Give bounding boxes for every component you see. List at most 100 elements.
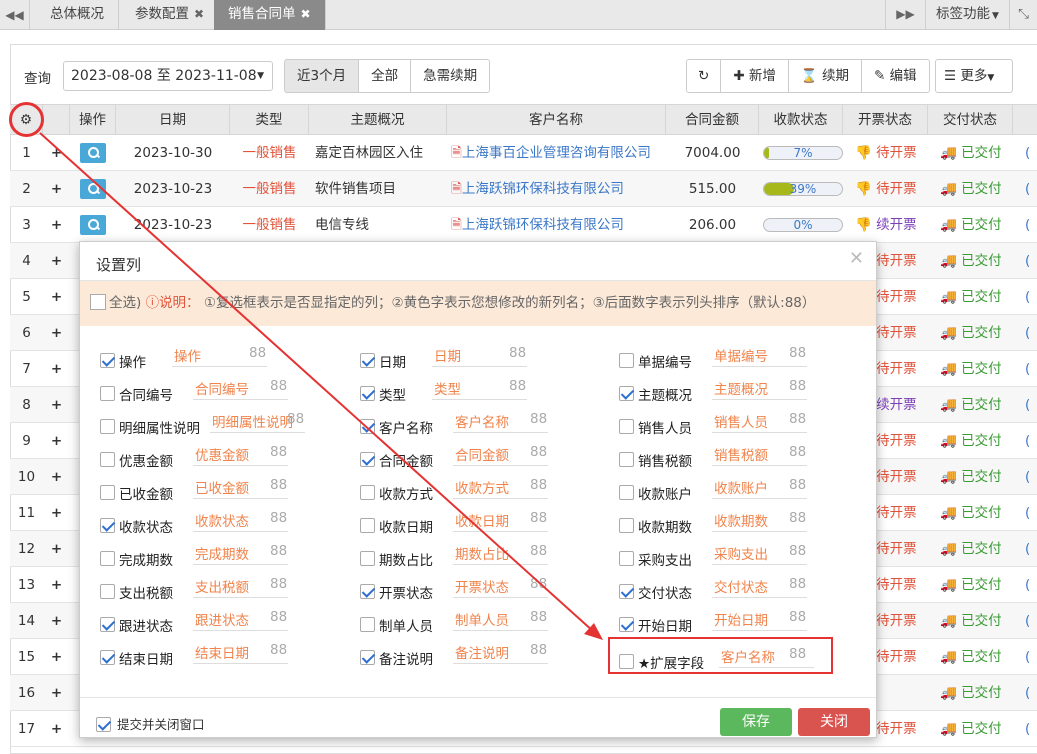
- column-checkbox[interactable]: [100, 617, 115, 632]
- expand-icon[interactable]: +: [43, 531, 70, 567]
- header-cell[interactable]: 日期: [116, 105, 230, 135]
- close-icon[interactable]: ✖: [194, 7, 204, 21]
- column-order-input[interactable]: 88: [530, 411, 547, 427]
- expand-icon[interactable]: +: [43, 459, 70, 495]
- column-checkbox[interactable]: [100, 452, 115, 467]
- renew-button[interactable]: ⌛ 续期: [787, 59, 863, 93]
- header-cell[interactable]: 交付状态: [928, 105, 1013, 135]
- column-order-input[interactable]: 88: [789, 378, 806, 394]
- column-checkbox[interactable]: [360, 584, 375, 599]
- expand-icon[interactable]: +: [43, 207, 70, 243]
- date-range-input[interactable]: 2023-08-08 至 2023-11-08 ▼: [63, 61, 273, 91]
- header-cell[interactable]: 操作: [70, 105, 116, 135]
- header-cell[interactable]: 合同金额: [666, 105, 759, 135]
- column-order-input[interactable]: 88: [530, 543, 547, 559]
- column-checkbox[interactable]: [360, 386, 375, 401]
- column-checkbox[interactable]: [619, 452, 634, 467]
- column-checkbox[interactable]: [360, 485, 375, 500]
- column-order-input[interactable]: 88: [530, 444, 547, 460]
- column-order-input[interactable]: 88: [789, 576, 806, 592]
- column-order-input[interactable]: 88: [270, 378, 287, 394]
- expand-icon[interactable]: +: [43, 675, 70, 711]
- column-order-input[interactable]: 88: [287, 411, 304, 427]
- column-checkbox[interactable]: [360, 353, 375, 368]
- column-order-input[interactable]: 88: [270, 444, 287, 460]
- column-checkbox[interactable]: [619, 485, 634, 500]
- column-checkbox[interactable]: [360, 551, 375, 566]
- column-order-input[interactable]: 88: [789, 609, 806, 625]
- column-checkbox[interactable]: [100, 419, 115, 434]
- fullscreen-icon[interactable]: ⤡: [1009, 0, 1037, 30]
- expand-icon[interactable]: +: [43, 279, 70, 315]
- close-icon[interactable]: ✕: [849, 248, 864, 269]
- search-icon[interactable]: [80, 215, 106, 235]
- column-checkbox[interactable]: [619, 617, 634, 632]
- column-order-input[interactable]: 88: [789, 543, 806, 559]
- expand-icon[interactable]: +: [43, 603, 70, 639]
- tab-sales-contract[interactable]: 销售合同单 ✖: [214, 0, 326, 30]
- column-checkbox[interactable]: [100, 485, 115, 500]
- expand-icon[interactable]: +: [43, 567, 70, 603]
- column-checkbox[interactable]: [100, 584, 115, 599]
- select-all-checkbox[interactable]: [90, 294, 106, 310]
- header-cell[interactable]: 客户名称: [447, 105, 666, 135]
- column-checkbox[interactable]: [100, 518, 115, 533]
- expand-icon[interactable]: +: [43, 711, 70, 747]
- column-order-input[interactable]: 88: [509, 378, 526, 394]
- column-order-input[interactable]: 88: [530, 477, 547, 493]
- column-checkbox[interactable]: [619, 353, 634, 368]
- table-row[interactable]: 3 +2023-10-23 一般销售 电信专线 🗎上海跃锦环保科技有限公司 206.00 0…: [10, 207, 1037, 243]
- add-button[interactable]: ✚ 新增: [720, 59, 789, 93]
- expand-icon[interactable]: +: [43, 387, 70, 423]
- table-row[interactable]: 1 +2023-10-30 一般销售 嘉定百林园区入住 🗎上海事百企业管理咨询有限公司 7…: [10, 135, 1037, 171]
- close-button[interactable]: 关闭: [798, 708, 870, 736]
- column-order-input[interactable]: 88: [530, 642, 547, 658]
- expand-icon[interactable]: +: [43, 351, 70, 387]
- column-checkbox[interactable]: [360, 452, 375, 467]
- customer-link[interactable]: 上海事百企业管理咨询有限公司: [462, 145, 651, 161]
- column-checkbox[interactable]: [360, 650, 375, 665]
- column-order-input[interactable]: 88: [530, 510, 547, 526]
- column-order-input[interactable]: 88: [789, 477, 806, 493]
- column-checkbox[interactable]: [360, 419, 375, 434]
- range-3months-button[interactable]: 近3个月: [284, 59, 360, 93]
- column-order-input[interactable]: 88: [789, 345, 806, 361]
- customer-link[interactable]: 上海跃锦环保科技有限公司: [462, 181, 624, 197]
- column-checkbox[interactable]: [619, 419, 634, 434]
- column-checkbox[interactable]: [100, 386, 115, 401]
- column-order-input[interactable]: 88: [270, 609, 287, 625]
- customer-link[interactable]: 上海跃锦环保科技有限公司: [462, 217, 624, 233]
- column-order-input[interactable]: 88: [270, 543, 287, 559]
- header-cell[interactable]: 开票状态: [843, 105, 928, 135]
- search-icon[interactable]: [80, 143, 106, 163]
- expand-icon[interactable]: +: [43, 243, 70, 279]
- edit-button[interactable]: ✎ 编辑: [861, 59, 930, 93]
- column-order-input[interactable]: 88: [270, 576, 287, 592]
- header-cell[interactable]: 收款状态: [759, 105, 843, 135]
- scroll-left-icon[interactable]: ◀◀: [0, 0, 30, 30]
- expand-icon[interactable]: +: [43, 639, 70, 675]
- column-order-input[interactable]: 88: [789, 411, 806, 427]
- column-checkbox[interactable]: [619, 584, 634, 599]
- tag-menu[interactable]: 标签功能 ▼: [925, 0, 1009, 30]
- column-checkbox[interactable]: [619, 386, 634, 401]
- column-order-input[interactable]: 88: [270, 477, 287, 493]
- expand-icon[interactable]: +: [43, 495, 70, 531]
- scroll-right-icon[interactable]: ▶▶: [885, 0, 925, 30]
- expand-icon[interactable]: +: [43, 171, 70, 207]
- column-order-input[interactable]: 88: [270, 510, 287, 526]
- tab-params[interactable]: 参数配置 ✖: [121, 0, 220, 30]
- expand-icon[interactable]: +: [43, 135, 70, 171]
- column-order-input[interactable]: 88: [789, 444, 806, 460]
- search-icon[interactable]: [80, 179, 106, 199]
- submit-close-checkbox[interactable]: [96, 717, 111, 732]
- expand-icon[interactable]: +: [43, 315, 70, 351]
- column-checkbox[interactable]: [360, 518, 375, 533]
- close-icon[interactable]: ✖: [301, 7, 311, 21]
- header-cell[interactable]: 类型: [230, 105, 309, 135]
- column-checkbox[interactable]: [100, 353, 115, 368]
- header-cell[interactable]: 主题概况: [309, 105, 447, 135]
- save-button[interactable]: 保存: [720, 708, 792, 736]
- column-order-input[interactable]: 88: [509, 345, 526, 361]
- column-order-input[interactable]: 88: [789, 510, 806, 526]
